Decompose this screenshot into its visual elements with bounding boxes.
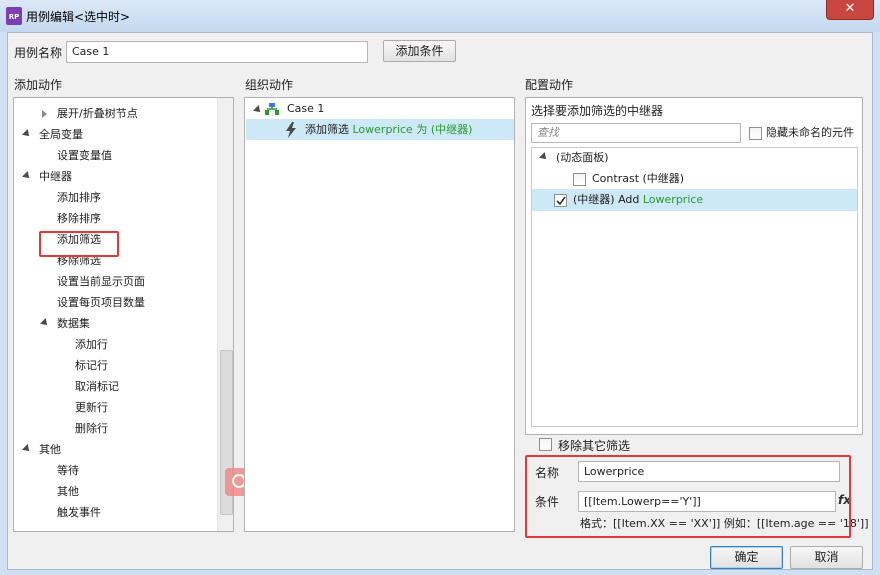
selected-repeater-checkbox[interactable]: [554, 194, 567, 207]
action-tree-item[interactable]: 取消标记: [75, 377, 119, 397]
dynamic-panel-expand-icon[interactable]: [539, 152, 549, 162]
organize-action-panel: Case 1 添加筛选 Lowerprice 为 (中继器): [244, 97, 515, 532]
action-tree-item[interactable]: 设置变量值: [57, 146, 112, 166]
action-tree-item[interactable]: 添加排序: [57, 188, 101, 208]
action-tree-item[interactable]: 中继器: [39, 167, 72, 187]
expand-arrow-icon[interactable]: [22, 171, 32, 181]
cancel-button[interactable]: 取消: [790, 546, 863, 569]
action-tree-item[interactable]: 删除行: [75, 419, 108, 439]
close-button[interactable]: ✕: [826, 0, 874, 20]
dynamic-panel-node[interactable]: (动态面板): [556, 148, 609, 168]
collapse-arrow-icon[interactable]: [42, 110, 47, 118]
configure-action-panel: 选择要添加筛选的中继器 查找 隐藏未命名的元件 (动态面板) Contrast …: [525, 97, 863, 435]
add-action-panel: 展开/折叠树节点 全局变量 设置变量值 中继器 添加排序 移除排序 添加筛选 移除筛选 设置当前…: [13, 97, 234, 532]
window-title: 用例编辑<选中时>: [26, 10, 131, 24]
repeater-search-input[interactable]: 查找: [531, 123, 741, 143]
add-condition-button[interactable]: 添加条件: [383, 40, 456, 62]
action-tree-item[interactable]: 触发事件: [57, 503, 101, 523]
case-node[interactable]: Case 1: [287, 99, 324, 119]
expand-arrow-icon[interactable]: [22, 129, 32, 139]
select-repeater-label: 选择要添加筛选的中继器: [531, 104, 664, 118]
action-tree-item[interactable]: 设置当前显示页面: [57, 272, 145, 292]
configure-action-header: 配置动作: [525, 78, 574, 92]
action-tree-item[interactable]: 全局变量: [39, 125, 83, 145]
case-expand-icon[interactable]: [253, 105, 263, 115]
case-name-label: 用例名称: [14, 46, 63, 60]
add-action-header: 添加动作: [14, 78, 63, 92]
action-tree-item[interactable]: 更新行: [75, 398, 108, 418]
contrast-checkbox[interactable]: [573, 173, 586, 186]
contrast-node[interactable]: Contrast (中继器): [592, 169, 684, 189]
repeater-tree: (动态面板) Contrast (中继器) (中继器) Add Lowerpri…: [531, 147, 858, 427]
highlight-add-filter: [39, 231, 119, 257]
action-tree-item[interactable]: 展开/折叠树节点: [57, 104, 138, 124]
highlight-filter-config: [525, 455, 851, 538]
close-icon: ✕: [844, 1, 856, 16]
hide-unnamed-label: 隐藏未命名的元件: [766, 126, 854, 139]
action-tree-item[interactable]: 添加行: [75, 335, 108, 355]
case-name-input[interactable]: Case 1: [66, 41, 368, 63]
case-tree-icon: [265, 103, 279, 115]
action-tree-item[interactable]: 其他: [39, 440, 61, 460]
lightning-icon: [286, 122, 296, 138]
title-bar: [0, 0, 880, 32]
app-icon: RP: [6, 7, 22, 25]
hide-unnamed-checkbox[interactable]: [749, 127, 762, 140]
expand-arrow-icon[interactable]: [40, 318, 50, 328]
action-tree-item[interactable]: 移除排序: [57, 209, 101, 229]
remove-other-filters-checkbox[interactable]: [539, 438, 552, 451]
check-icon: [556, 196, 566, 206]
action-tree-item[interactable]: 等待: [57, 461, 79, 481]
action-tree-item[interactable]: 设置每页项目数量: [57, 293, 145, 313]
action-tree-item[interactable]: 数据集: [57, 314, 90, 334]
left-scrollbar[interactable]: [217, 98, 233, 531]
expand-arrow-icon[interactable]: [22, 444, 32, 454]
action-tree-item[interactable]: 标记行: [75, 356, 108, 376]
action-label: 添加筛选 Lowerprice 为 (中继器): [305, 123, 473, 136]
ok-button[interactable]: 确定: [710, 546, 783, 569]
selected-repeater-label: (中继器) Add Lowerprice: [573, 193, 704, 206]
remove-other-filters-label: 移除其它筛选: [558, 439, 631, 453]
organize-action-header: 组织动作: [245, 78, 294, 92]
action-tree-item[interactable]: 其他: [57, 482, 79, 502]
